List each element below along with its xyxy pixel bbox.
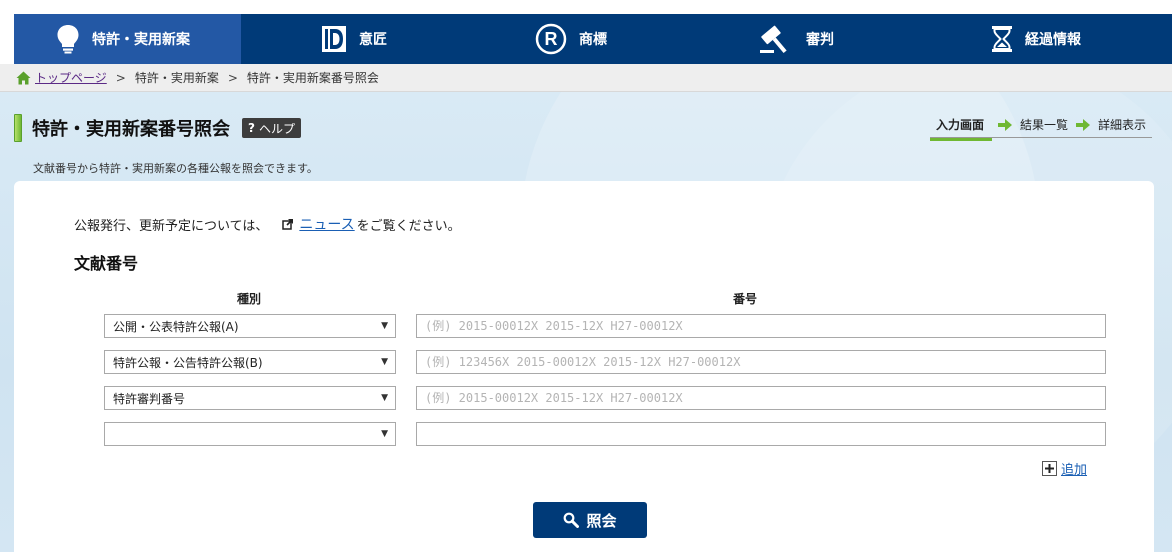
nav-tab-label: 審判	[806, 32, 834, 48]
registered-trademark-icon: R	[535, 23, 567, 55]
plus-icon	[1042, 461, 1057, 476]
type-select-value: 特許公報・公告特許公報(B)	[113, 355, 263, 370]
number-input[interactable]	[416, 422, 1106, 446]
search-icon	[563, 512, 580, 528]
caret-down-icon: ▼	[381, 357, 388, 367]
lightbulb-icon	[56, 24, 80, 54]
caret-down-icon: ▼	[381, 393, 388, 403]
nav-tab-label: 意匠	[359, 32, 387, 48]
number-input[interactable]	[416, 386, 1106, 410]
top-strip	[0, 0, 1172, 14]
type-select[interactable]: 特許公報・公告特許公報(B) ▼	[104, 350, 396, 374]
global-nav: 特許・実用新案 意匠 R 商標 審判 経過情報	[14, 14, 1172, 64]
column-header-type: 種別	[237, 292, 262, 306]
section-title: 文献番号	[74, 254, 139, 273]
number-input[interactable]	[416, 314, 1106, 338]
column-header-number: 番号	[733, 292, 758, 306]
nav-tab-progress[interactable]: 経過情報	[933, 14, 1172, 64]
help-label: ヘルプ	[258, 121, 295, 136]
breadcrumb-separator: >	[227, 70, 238, 85]
news-notice-prefix: 公報発行、更新予定については、	[74, 218, 269, 234]
type-select[interactable]: ▼	[104, 422, 396, 446]
step-results: 結果一覧	[1020, 118, 1069, 132]
news-link[interactable]: ニュース	[299, 214, 354, 234]
svg-text:R: R	[545, 29, 558, 49]
nav-tab-label: 商標	[579, 32, 607, 48]
home-icon	[16, 71, 31, 85]
nav-tab-design[interactable]: 意匠	[241, 14, 473, 64]
news-notice-suffix: をご覧ください。	[356, 218, 461, 234]
gavel-icon	[760, 24, 794, 54]
nav-tab-label: 経過情報	[1025, 32, 1081, 48]
caret-down-icon: ▼	[381, 321, 388, 331]
nav-tab-label: 特許・実用新案	[92, 32, 190, 48]
type-select-value: 特許審判番号	[113, 391, 186, 406]
search-submit-label: 照会	[586, 511, 617, 530]
arrow-right-icon	[998, 118, 1013, 131]
step-indicator: 入力画面 結果一覧 詳細表示	[930, 112, 1152, 141]
breadcrumb: トップページ > 特許・実用新案 > 特許・実用新案番号照会	[0, 64, 1172, 92]
add-row-label: 追加	[1061, 463, 1088, 478]
caret-down-icon: ▼	[381, 429, 388, 439]
page-title-bar: 特許・実用新案番号照会 ? ヘルプ	[14, 114, 301, 142]
search-submit-button[interactable]: 照会	[533, 502, 647, 538]
page-description: 文献番号から特許・実用新案の各種公報を照会できます。	[33, 162, 318, 175]
breadcrumb-home-link[interactable]: トップページ	[35, 69, 107, 86]
breadcrumb-item-current: 特許・実用新案番号照会	[246, 71, 379, 85]
type-select[interactable]: 特許審判番号 ▼	[104, 386, 396, 410]
number-input[interactable]	[416, 350, 1106, 374]
type-select-value: 公開・公表特許公報(A)	[113, 319, 239, 334]
type-select[interactable]: 公開・公表特許公報(A) ▼	[104, 314, 396, 338]
step-input: 入力画面	[930, 116, 993, 141]
arrow-right-icon	[1076, 118, 1091, 131]
breadcrumb-separator: >	[115, 70, 126, 85]
design-d-icon	[321, 25, 347, 53]
add-row-button[interactable]: 追加	[1042, 459, 1087, 478]
page-title: 特許・実用新案番号照会	[32, 119, 230, 140]
nav-tab-patent[interactable]: 特許・実用新案	[14, 14, 241, 64]
title-marker	[14, 114, 22, 142]
hourglass-icon	[991, 25, 1013, 53]
nav-tab-appeal[interactable]: 審判	[702, 14, 933, 64]
nav-tab-trademark[interactable]: R 商標	[473, 14, 702, 64]
news-notice: 公報発行、更新予定については、 ニュース をご覧ください。	[74, 214, 461, 234]
external-link-icon	[282, 218, 294, 230]
step-detail: 詳細表示	[1098, 118, 1147, 132]
help-question-icon: ?	[248, 121, 255, 135]
breadcrumb-item: 特許・実用新案	[134, 71, 219, 85]
help-button[interactable]: ? ヘルプ	[242, 118, 301, 138]
